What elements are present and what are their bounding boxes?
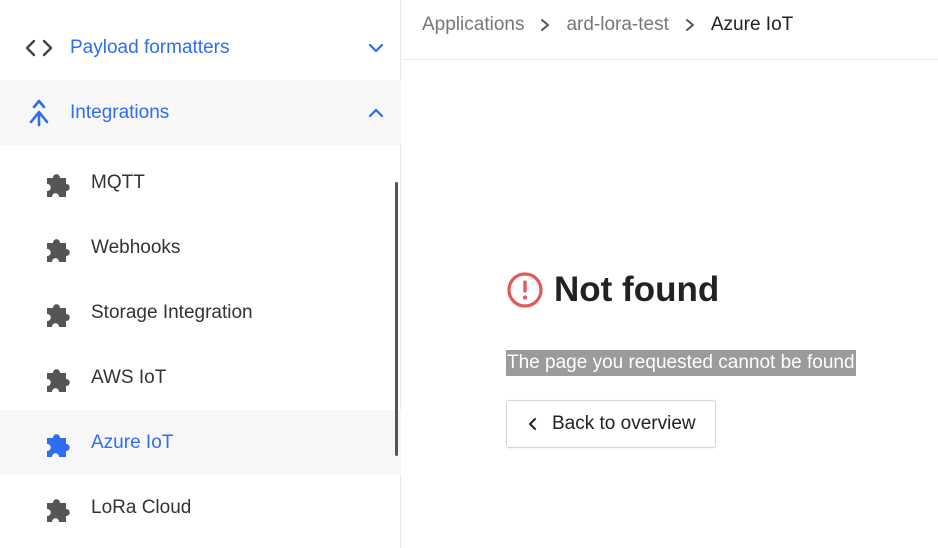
breadcrumb-applications[interactable]: Applications bbox=[422, 14, 524, 36]
sidebar-item-aws-iot[interactable]: AWS IoT bbox=[0, 345, 401, 410]
sidebar-item-lora-cloud[interactable]: LoRa Cloud bbox=[0, 475, 401, 540]
chevron-right-icon bbox=[681, 16, 699, 34]
sidebar-item-webhooks[interactable]: Webhooks bbox=[0, 215, 401, 280]
puzzle-icon bbox=[44, 233, 76, 265]
sidebar-item-label: MQTT bbox=[91, 172, 145, 193]
sidebar: Payload formatters Integrations MQTT Web… bbox=[0, 0, 401, 548]
chevron-left-icon bbox=[524, 415, 542, 433]
puzzle-icon bbox=[44, 363, 76, 395]
back-to-overview-button[interactable]: Back to overview bbox=[506, 400, 716, 448]
page-title: Not found bbox=[554, 270, 720, 309]
merge-icon bbox=[24, 98, 54, 128]
sidebar-item-label: Integrations bbox=[70, 101, 170, 123]
sidebar-item-label: AWS IoT bbox=[91, 367, 167, 388]
puzzle-icon bbox=[44, 428, 76, 460]
sidebar-item-storage-integration[interactable]: Storage Integration bbox=[0, 280, 401, 345]
breadcrumb-application[interactable]: ard-lora-test bbox=[566, 14, 668, 36]
chevron-down-icon[interactable] bbox=[367, 39, 385, 57]
not-found-panel: Not found The page you requested cannot … bbox=[506, 270, 856, 448]
sidebar-item-label: LoRa Cloud bbox=[91, 497, 192, 518]
chevron-up-icon[interactable] bbox=[367, 104, 385, 122]
not-found-message: The page you requested cannot be found bbox=[506, 350, 856, 376]
puzzle-icon bbox=[44, 168, 76, 200]
header-bar: Applications ard-lora-test Azure IoT bbox=[402, 0, 938, 60]
breadcrumb-current: Azure IoT bbox=[710, 14, 794, 35]
breadcrumb: Applications ard-lora-test Azure IoT bbox=[422, 14, 793, 36]
sidebar-item-label: Webhooks bbox=[91, 237, 181, 258]
sidebar-item-mqtt[interactable]: MQTT bbox=[0, 150, 401, 215]
sidebar-item-label: Azure IoT bbox=[91, 432, 174, 453]
puzzle-icon bbox=[44, 493, 76, 525]
puzzle-icon bbox=[44, 298, 76, 330]
back-button-label: Back to overview bbox=[552, 413, 696, 434]
sidebar-scrollbar[interactable] bbox=[395, 182, 398, 456]
not-found-heading: Not found bbox=[506, 270, 719, 310]
sidebar-item-integrations[interactable]: Integrations bbox=[0, 80, 401, 145]
chevron-right-icon bbox=[536, 16, 554, 34]
sidebar-item-label: Payload formatters bbox=[70, 36, 230, 58]
error-icon bbox=[506, 271, 544, 309]
code-icon bbox=[24, 33, 54, 63]
sidebar-item-label: Storage Integration bbox=[91, 302, 253, 323]
sidebar-item-azure-iot[interactable]: Azure IoT bbox=[0, 410, 401, 475]
sidebar-item-payload-formatters[interactable]: Payload formatters bbox=[0, 15, 401, 80]
